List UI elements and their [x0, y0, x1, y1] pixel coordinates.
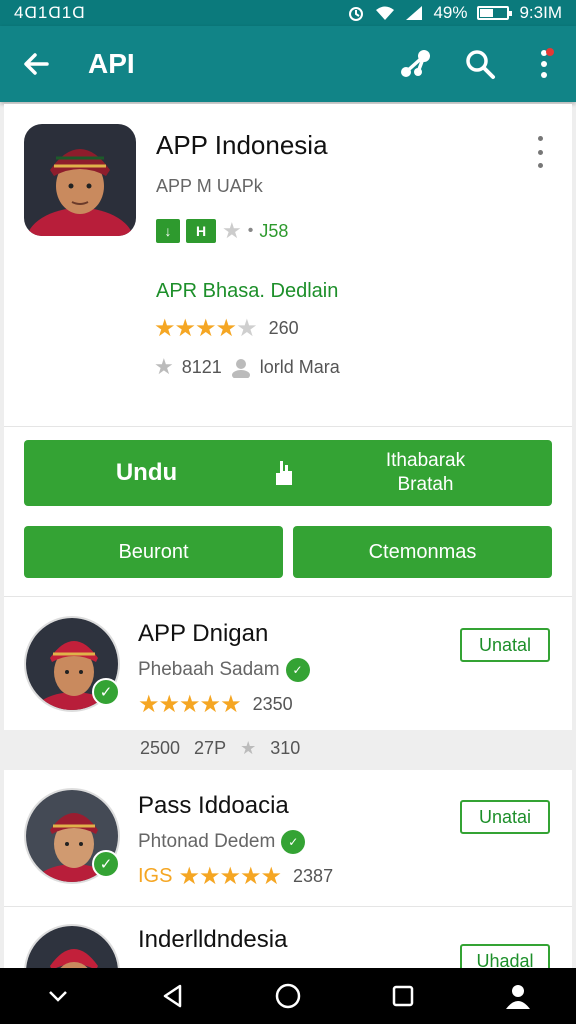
install-small-button[interactable]: Unatai — [460, 800, 550, 834]
status-left-text: 4Ɑ1Ɑ1Ɑ — [14, 3, 86, 22]
install-label: Undu — [115, 459, 178, 486]
install-button[interactable]: Undu Ithabarak Bratah — [24, 440, 552, 506]
list-item-subtitle: Phebaah Sadam ✓ — [138, 658, 310, 682]
install-side-label: Ithabarak Bratah — [385, 450, 466, 495]
app-icon[interactable] — [24, 124, 136, 236]
status-bar: 4Ɑ1Ɑ1Ɑ 49% 9:3IM — [0, 0, 576, 26]
meta-row: ★ 8121 lorld Mara — [154, 354, 340, 380]
rating-row: IGS ★★★★★ 2387 — [138, 862, 333, 891]
meta-value: 2500 — [140, 737, 181, 758]
signal-icon — [406, 6, 423, 20]
page-title: API — [88, 48, 135, 79]
battery-icon — [477, 6, 513, 20]
app-subtitle: APP M UAPk — [156, 176, 263, 196]
divider — [4, 596, 572, 597]
hand-icon — [269, 459, 299, 487]
wifi-icon — [376, 6, 395, 20]
rating-count: 2387 — [293, 866, 334, 886]
rating-stars: ★★★★★ — [154, 315, 258, 342]
clock: 9:3IM — [519, 3, 562, 22]
secondary-buttons: Beuront Ctemonmas — [24, 526, 552, 578]
rating-stars: ★★★★★ — [138, 691, 242, 718]
system-nav-bar — [0, 968, 576, 1024]
verified-icon: ✓ — [285, 658, 310, 682]
arrow-left-icon — [24, 53, 49, 75]
person-avatar-icon — [24, 124, 136, 236]
circle-home-icon — [275, 983, 301, 1009]
star-outline-icon: ★ — [154, 354, 174, 379]
person-icon — [506, 985, 531, 1009]
developer-link[interactable]: APR Bhasa. Dedlain — [156, 280, 338, 303]
rating-stars: ★★★★★ — [178, 863, 282, 890]
list-item[interactable]: ✓ Pass Iddoacia Phtonad Dedem ✓ IGS ★★★★… — [4, 770, 572, 900]
divider — [4, 426, 572, 427]
rating-row: ★★★★★ 2350 — [138, 690, 293, 719]
meta-strip: 2500 27P ★ 310 — [0, 730, 576, 766]
badge-row: ↓ H ★ • J58 — [156, 218, 288, 244]
category-badge: H — [186, 219, 216, 243]
card-overflow-button[interactable] — [534, 136, 546, 168]
meta-value: 27P — [194, 737, 227, 758]
verified-check-icon: ✓ — [92, 678, 120, 706]
nav-collapse-button[interactable] — [28, 968, 88, 1024]
verified-check-icon: ✓ — [92, 850, 120, 878]
meta-author: lorld Mara — [259, 356, 340, 377]
star-icon: ★ — [222, 218, 242, 243]
list-item-title: APP Dnigan — [138, 620, 269, 647]
star-outline-icon: ★ — [240, 737, 257, 758]
triangle-back-icon — [163, 984, 182, 1008]
rating-row: ★★★★★ 260 — [154, 314, 299, 343]
battery-percent: 49% — [433, 3, 468, 22]
install-small-button[interactable]: Unatal — [460, 628, 550, 662]
nav-account-button[interactable] — [488, 968, 548, 1024]
download-badge: ↓ — [156, 219, 180, 243]
search-button[interactable] — [448, 26, 512, 102]
list-item-title: Pass Iddoacia — [138, 792, 289, 819]
rating-count: 260 — [268, 318, 299, 338]
meta-count: 8121 — [181, 356, 222, 377]
rating-prefix: IGS — [138, 865, 173, 887]
secondary-button-right[interactable]: Ctemonmas — [293, 526, 552, 578]
list-item-subtitle: Phtonad Dedem ✓ — [138, 830, 306, 854]
search-icon — [466, 50, 495, 79]
nav-recents-button[interactable] — [373, 968, 433, 1024]
rating-count: 2350 — [252, 694, 293, 714]
overflow-menu-button[interactable] — [512, 26, 576, 102]
share-button[interactable] — [384, 26, 448, 102]
verified-icon: ✓ — [281, 830, 306, 854]
nav-home-button[interactable] — [258, 968, 318, 1024]
alarm-icon — [349, 7, 364, 21]
separator-dot: • — [247, 222, 254, 239]
meta-value: 310 — [270, 737, 301, 758]
notification-dot — [546, 48, 554, 56]
featured-app-card: APP Indonesia APP M UAPk ↓ H ★ • J58 APR… — [4, 104, 572, 730]
secondary-button-left[interactable]: Beuront — [24, 526, 283, 578]
square-recents-icon — [392, 985, 414, 1007]
app-list-card: ✓ Pass Iddoacia Phtonad Dedem ✓ IGS ★★★★… — [4, 770, 572, 1020]
chevron-down-icon — [48, 991, 67, 1002]
user-icon — [231, 359, 250, 378]
back-button[interactable] — [0, 26, 72, 102]
app-title: APP Indonesia — [156, 130, 328, 160]
share-icon — [401, 50, 430, 77]
badge-value: J58 — [259, 220, 289, 241]
divider — [4, 906, 572, 907]
nav-back-button[interactable] — [143, 968, 203, 1024]
list-item[interactable]: ✓ APP Dnigan Phebaah Sadam ✓ ★★★★★ 2350 … — [4, 598, 572, 728]
app-bar: API — [0, 26, 576, 102]
list-item-title: Inderlldndesia — [138, 926, 288, 953]
